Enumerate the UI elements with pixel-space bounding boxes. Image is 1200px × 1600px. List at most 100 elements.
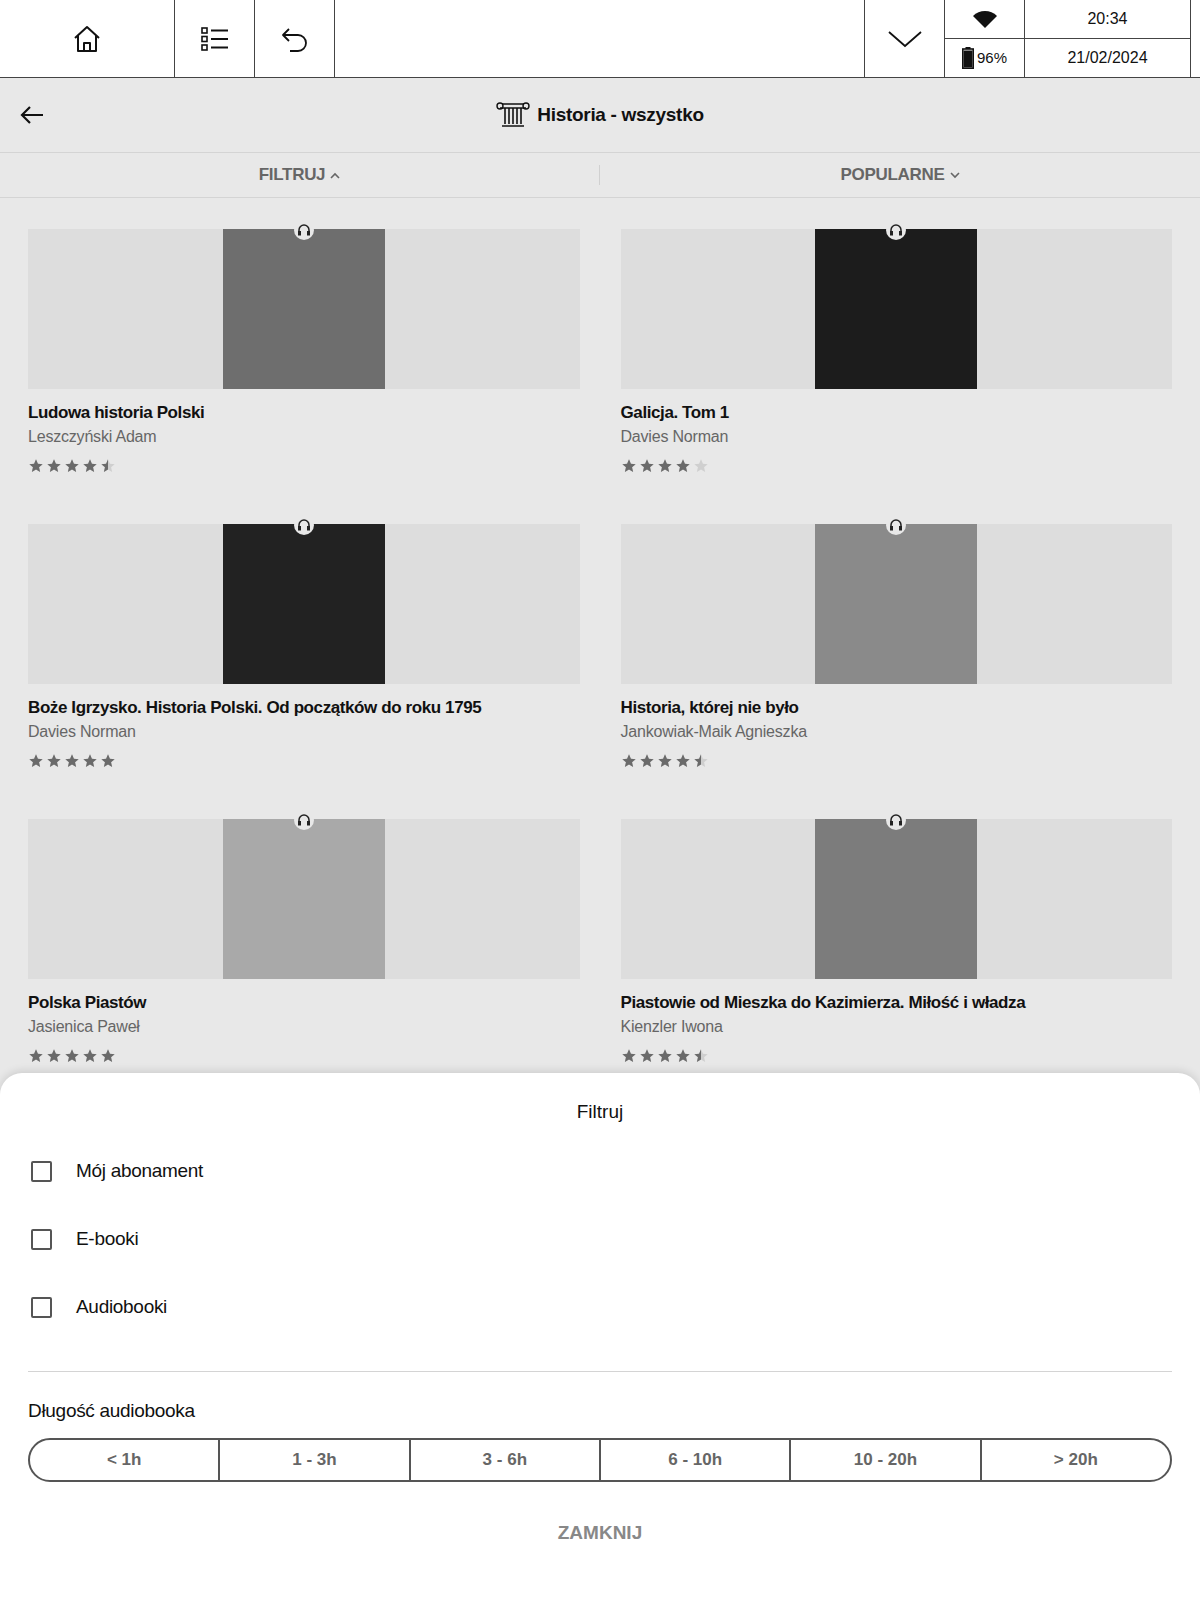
book-card[interactable]: Historia, której nie było Jankowiak-Maik… (621, 524, 1173, 769)
undo-button[interactable] (255, 0, 335, 77)
headphones-icon (889, 519, 903, 531)
wifi-status (945, 0, 1025, 39)
rating (28, 458, 580, 474)
rating (621, 1048, 1173, 1064)
length-option[interactable]: > 20h (982, 1440, 1170, 1480)
length-option[interactable]: 10 - 20h (791, 1440, 981, 1480)
book-card[interactable]: Piastowie od Mieszka do Kazimierza. Miło… (621, 819, 1173, 1064)
checkbox[interactable] (31, 1297, 52, 1318)
book-title: Ludowa historia Polski (28, 402, 580, 424)
sheet-title: Filtruj (28, 1101, 1172, 1123)
star-icon (100, 753, 116, 769)
filter-sheet: Filtruj Mój abonament E-booki Audiobooki… (0, 1073, 1200, 1600)
checkbox[interactable] (31, 1161, 52, 1182)
rating (28, 753, 580, 769)
book-title: Galicja. Tom 1 (621, 402, 1173, 424)
dropdown-button[interactable] (865, 0, 945, 77)
divider (28, 1371, 1172, 1372)
format-badge (886, 515, 906, 535)
status-spacer (335, 0, 865, 77)
star-icon (621, 753, 637, 769)
star-icon (657, 1048, 673, 1064)
close-button[interactable]: ZAMKNIJ (28, 1522, 1172, 1544)
book-card[interactable]: Galicja. Tom 1 Davies Norman (621, 229, 1173, 474)
home-icon (72, 24, 102, 54)
battery-level: 96% (977, 49, 1007, 66)
star-icon (100, 1048, 116, 1064)
toolbar: FILTRUJ POPULARNE (0, 153, 1200, 198)
cover-area (621, 524, 1173, 684)
book-cover (815, 229, 977, 389)
star-icon (693, 458, 709, 474)
star-icon (28, 458, 44, 474)
cover-area (28, 819, 580, 979)
star-icon (675, 458, 691, 474)
time: 20:34 (1025, 0, 1190, 39)
book-author: Leszczyński Adam (28, 426, 580, 447)
book-author: Jasienica Paweł (28, 1016, 580, 1037)
screen: 20:34 96% 21/02/2024 Historia - wszystko… (0, 0, 1200, 1600)
star-icon (639, 458, 655, 474)
book-title: Boże Igrzysko. Historia Polski. Od począ… (28, 697, 580, 719)
length-selector: < 1h1 - 3h3 - 6h6 - 10h10 - 20h> 20h (28, 1438, 1172, 1482)
length-option[interactable]: 3 - 6h (411, 1440, 601, 1480)
checkbox[interactable] (31, 1229, 52, 1250)
book-card[interactable]: Boże Igrzysko. Historia Polski. Od począ… (28, 524, 580, 769)
cover-area (621, 229, 1173, 389)
headphones-icon (297, 519, 311, 531)
star-icon (693, 753, 709, 769)
star-icon (64, 1048, 80, 1064)
star-icon (639, 1048, 655, 1064)
book-cover (223, 819, 385, 979)
chevron-down-icon (950, 172, 960, 179)
star-icon (46, 458, 62, 474)
star-icon (64, 753, 80, 769)
header: Historia - wszystko (0, 78, 1200, 153)
star-icon (82, 458, 98, 474)
star-icon (657, 458, 673, 474)
menu-button[interactable] (175, 0, 255, 77)
rating (28, 1048, 580, 1064)
home-button[interactable] (0, 0, 175, 77)
system-bar: 20:34 96% 21/02/2024 (0, 0, 1200, 78)
book-cover (223, 229, 385, 389)
book-card[interactable]: Polska Piastów Jasienica Paweł (28, 819, 580, 1064)
sort-button[interactable]: POPULARNE (600, 165, 1200, 185)
headphones-icon (297, 814, 311, 826)
filter-option[interactable]: Mój abonament (28, 1137, 1172, 1205)
book-card[interactable]: Ludowa historia Polski Leszczyński Adam (28, 229, 580, 474)
battery-status: 96% (945, 39, 1025, 78)
star-icon (82, 1048, 98, 1064)
filter-options: Mój abonament E-booki Audiobooki (28, 1137, 1172, 1341)
star-icon (639, 753, 655, 769)
star-icon (46, 1048, 62, 1064)
rating (621, 753, 1173, 769)
length-option[interactable]: 6 - 10h (601, 1440, 791, 1480)
star-icon (82, 753, 98, 769)
book-cover (223, 524, 385, 684)
star-icon (621, 1048, 637, 1064)
length-option[interactable]: 1 - 3h (220, 1440, 410, 1480)
star-icon (100, 458, 116, 474)
star-icon (693, 1048, 709, 1064)
headphones-icon (297, 224, 311, 236)
back-button[interactable] (0, 104, 70, 126)
format-badge (294, 220, 314, 240)
length-option[interactable]: < 1h (30, 1440, 220, 1480)
headphones-icon (889, 814, 903, 826)
book-title: Polska Piastów (28, 992, 580, 1014)
list-icon (200, 25, 230, 53)
headphones-icon (889, 224, 903, 236)
header-title: Historia - wszystko (70, 101, 1130, 129)
filter-option[interactable]: E-booki (28, 1205, 1172, 1273)
book-title: Historia, której nie było (621, 697, 1173, 719)
star-icon (621, 458, 637, 474)
filter-button[interactable]: FILTRUJ (0, 165, 600, 185)
chevron-up-icon (330, 172, 340, 179)
format-badge (294, 810, 314, 830)
book-cover (815, 524, 977, 684)
book-author: Davies Norman (621, 426, 1173, 447)
filter-option[interactable]: Audiobooki (28, 1273, 1172, 1341)
star-icon (675, 1048, 691, 1064)
cover-area (621, 819, 1173, 979)
